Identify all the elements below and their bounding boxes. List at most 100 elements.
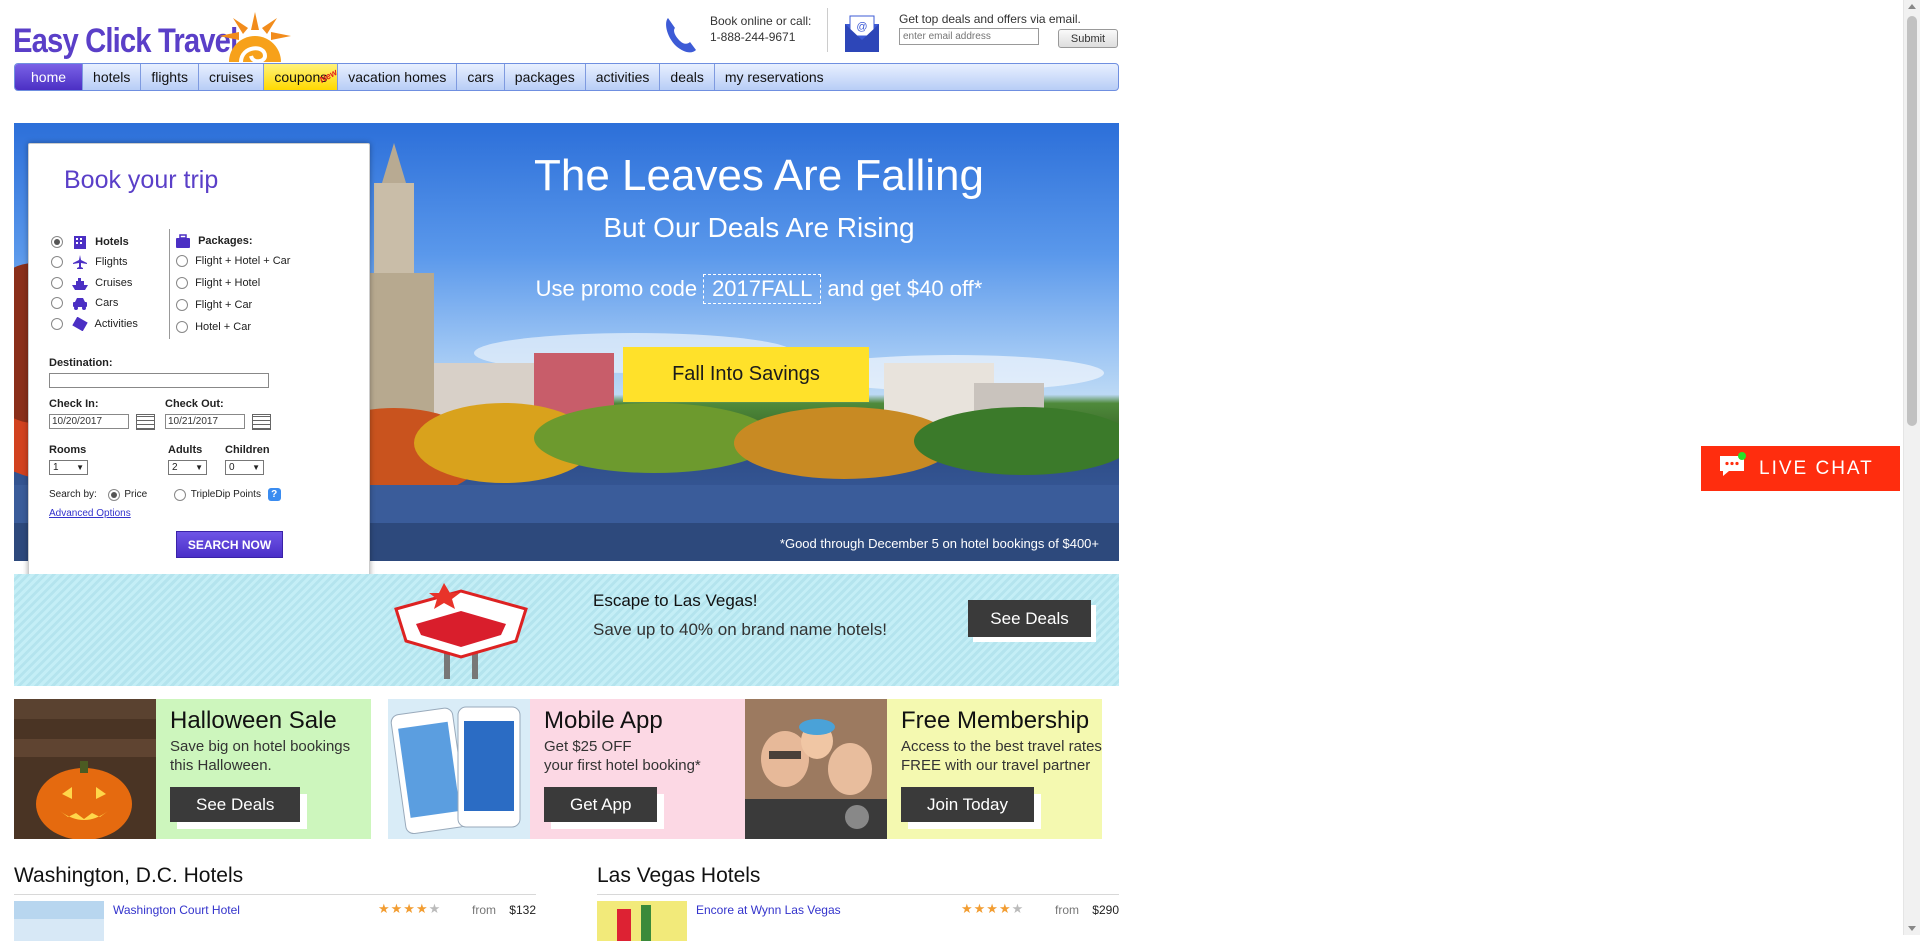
- search-by-row: Search by: Price TripleDip Points ?: [49, 488, 281, 501]
- checkout-input[interactable]: 10/21/2017: [165, 414, 245, 429]
- scrollbar-thumb[interactable]: [1907, 16, 1917, 426]
- promo-code: 2017FALL: [703, 274, 822, 304]
- vegas-see-deals-button[interactable]: See Deals: [968, 600, 1091, 637]
- nav-cruises[interactable]: cruises: [199, 64, 265, 90]
- package-label-4: Hotel + Car: [195, 321, 252, 333]
- phone-number[interactable]: 1-888-244-9671: [710, 30, 795, 44]
- search-now-button[interactable]: SEARCH NOW: [176, 531, 283, 558]
- scroll-up-arrow-icon[interactable]: [1908, 4, 1916, 9]
- star-rating: ★★★★★: [961, 901, 1025, 916]
- halloween-see-deals-button[interactable]: See Deals: [170, 787, 301, 822]
- sun-logo-icon: [219, 12, 291, 64]
- vegas-banner: Escape to Las Vegas! Save up to 40% on b…: [14, 574, 1119, 686]
- booking-title: Book your trip: [64, 166, 219, 194]
- radio-cars[interactable]: [51, 297, 63, 309]
- nav-my-reservations[interactable]: my reservations: [715, 64, 834, 90]
- get-app-button[interactable]: Get App: [544, 787, 658, 822]
- promo-prefix: Use promo code: [535, 276, 698, 301]
- packages-label: Packages:: [198, 234, 253, 247]
- vegas-hotels-list: Las Vegas Hotels Encore at Wynn Las Vega…: [597, 864, 1119, 941]
- halloween-pumpkin-image: [14, 699, 156, 839]
- site-logo[interactable]: Easy Click Travel: [13, 10, 303, 66]
- email-submit-button[interactable]: Submit: [1058, 29, 1118, 48]
- halloween-desc-line-1: Save big on hotel bookings: [170, 738, 351, 755]
- type-cars-label: Cars: [95, 296, 119, 309]
- radio-package-2[interactable]: [176, 277, 188, 290]
- radio-package-3[interactable]: [176, 299, 188, 312]
- live-chat-button[interactable]: LIVE CHAT: [1701, 446, 1900, 491]
- radio-flights[interactable]: [51, 256, 63, 268]
- hero-fine-print: *Good through December 5 on hotel bookin…: [779, 536, 1099, 551]
- hero-promo: Use promo code 2017FALL and get $40 off*: [364, 274, 1119, 304]
- dc-hotels-list: Washington, D.C. Hotels Washington Court…: [14, 864, 536, 941]
- nav-coupons[interactable]: coupons New: [264, 64, 339, 90]
- type-cruises-option[interactable]: Cruises: [51, 276, 132, 290]
- list-item[interactable]: Encore at Wynn Las Vegas ★★★★★ from $290: [597, 894, 1119, 941]
- type-activities-option[interactable]: Activities: [51, 317, 138, 331]
- fall-into-savings-button[interactable]: Fall Into Savings: [623, 347, 869, 402]
- membership-desc: Access to the best travel rates FREE with…: [901, 737, 1102, 775]
- checkout-calendar-icon[interactable]: [252, 414, 271, 430]
- mobile-app-phones-image: [388, 699, 530, 839]
- header-divider: [827, 8, 828, 52]
- nav-home[interactable]: home: [15, 64, 84, 90]
- online-indicator: [1738, 451, 1746, 460]
- packages-heading: Packages:: [169, 234, 253, 248]
- nav-hotels[interactable]: hotels: [83, 64, 142, 90]
- ship-icon: [72, 278, 89, 290]
- type-flights-label: Flights: [95, 255, 128, 268]
- rooms-select[interactable]: 1: [49, 460, 88, 475]
- radio-package-1[interactable]: [176, 255, 188, 268]
- chat-bubble-icon: [1719, 451, 1746, 483]
- package-option-4[interactable]: Hotel + Car: [176, 321, 252, 334]
- halloween-desc-line-2: this Halloween.: [170, 757, 272, 774]
- nav-cars[interactable]: cars: [457, 64, 505, 90]
- package-option-1[interactable]: Flight + Hotel + Car: [176, 255, 290, 268]
- vegas-title: Escape to Las Vegas!: [593, 591, 758, 610]
- hotel-thumbnail: [597, 901, 687, 941]
- checkin-calendar-icon[interactable]: [136, 414, 155, 430]
- nav-packages[interactable]: packages: [505, 64, 586, 90]
- scroll-down-arrow-icon[interactable]: [1908, 926, 1916, 931]
- radio-package-4[interactable]: [176, 321, 188, 334]
- email-input[interactable]: [899, 28, 1039, 45]
- membership-desc-line-2: FREE with our travel partner: [901, 757, 1091, 774]
- radio-points[interactable]: [173, 488, 186, 501]
- help-icon[interactable]: ?: [267, 488, 281, 501]
- list-item[interactable]: Washington Court Hotel ★★★★★ from $132: [14, 894, 536, 941]
- phone-icon: [666, 18, 696, 53]
- vegas-text: Save up to 40% on brand name hotels!: [593, 620, 887, 639]
- adults-select[interactable]: 2: [168, 460, 207, 475]
- destination-label: Destination:: [49, 357, 113, 369]
- nav-flights[interactable]: flights: [141, 64, 199, 90]
- type-cars-option[interactable]: Cars: [51, 296, 118, 310]
- advanced-options-link[interactable]: Advanced Options: [49, 508, 131, 519]
- hotel-name[interactable]: Encore at Wynn Las Vegas: [696, 903, 841, 917]
- radio-price[interactable]: [107, 488, 120, 501]
- nav-deals[interactable]: deals: [660, 64, 715, 90]
- package-option-3[interactable]: Flight + Car: [176, 299, 252, 312]
- star-rating: ★★★★★: [378, 901, 442, 916]
- checkin-input[interactable]: 10/20/2017: [49, 414, 129, 429]
- type-flights-option[interactable]: Flights: [51, 255, 128, 269]
- radio-activities[interactable]: [51, 318, 63, 330]
- type-hotels-option[interactable]: Hotels: [51, 235, 129, 249]
- radio-hotels[interactable]: [51, 236, 63, 248]
- nav-vacation-homes[interactable]: vacation homes: [338, 64, 458, 90]
- call-label: Book online or call:: [710, 14, 812, 28]
- membership-card: Free Membership Access to the best trave…: [745, 699, 1102, 839]
- package-option-2[interactable]: Flight + Hotel: [176, 277, 260, 290]
- page-scrollbar[interactable]: [1903, 0, 1920, 935]
- hotel-thumbnail: [14, 901, 104, 941]
- hotel-name[interactable]: Washington Court Hotel: [113, 903, 240, 917]
- points-label: TripleDip Points: [190, 489, 261, 501]
- destination-input[interactable]: [49, 373, 269, 388]
- nav-activities[interactable]: activities: [586, 64, 661, 90]
- plane-icon: [73, 255, 88, 269]
- booking-widget: Book your trip Hotels Flights Cruises Ca…: [28, 143, 370, 586]
- checkin-label: Check In:: [49, 398, 99, 410]
- hotel-icon: [74, 236, 87, 249]
- radio-cruises[interactable]: [51, 277, 63, 289]
- join-today-button[interactable]: Join Today: [901, 787, 1034, 822]
- children-select[interactable]: 0: [225, 460, 264, 475]
